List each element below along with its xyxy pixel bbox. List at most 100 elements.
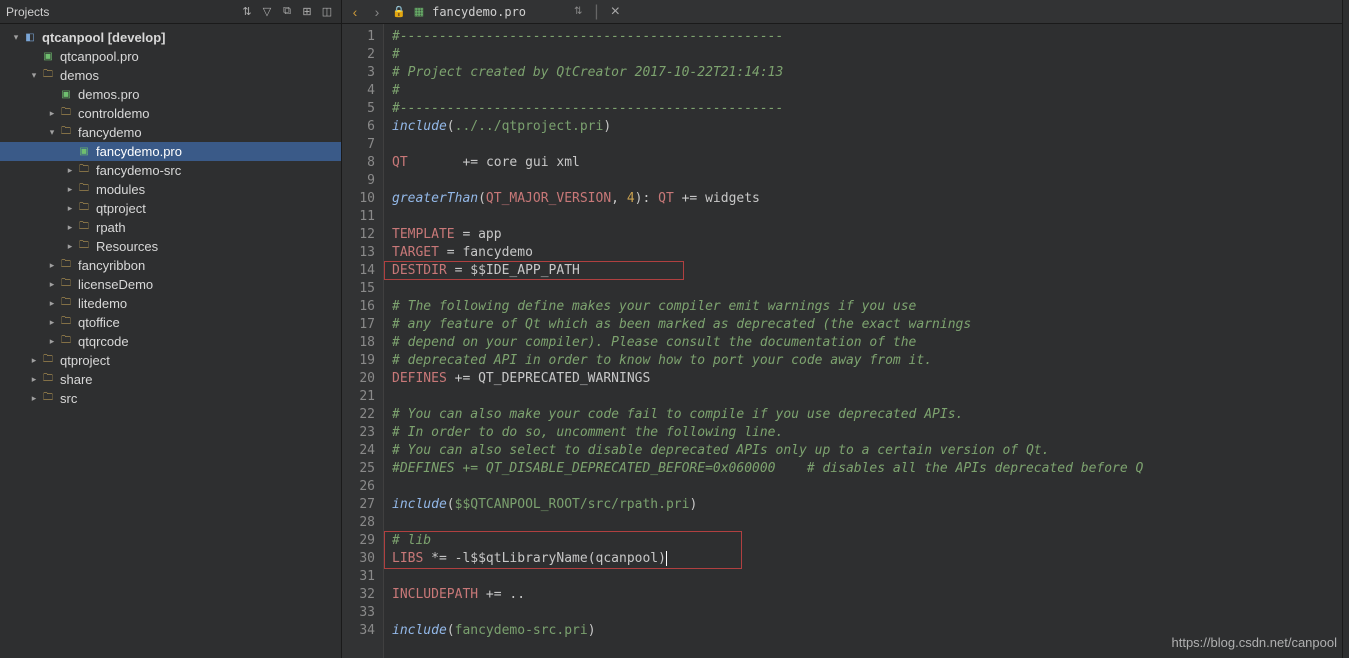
code-content[interactable]: #---------------------------------------… (384, 24, 1342, 658)
tree-arrow-icon[interactable]: ▾ (46, 127, 58, 138)
lock-icon[interactable]: 🔒 (392, 5, 406, 18)
code-line[interactable] (392, 388, 1342, 406)
code-line[interactable] (392, 280, 1342, 298)
code-line[interactable]: # The following define makes your compil… (392, 298, 1342, 316)
tree-item[interactable]: ▸🗀rpath (0, 218, 341, 237)
code-line[interactable] (392, 172, 1342, 190)
code-line[interactable]: # (392, 82, 1342, 100)
tree-arrow-icon[interactable]: ▸ (64, 184, 76, 195)
tree-item[interactable]: ▸🗀share (0, 370, 341, 389)
add-icon[interactable]: ⊞ (299, 4, 315, 20)
code-token: += (674, 191, 705, 206)
code-line[interactable]: # (392, 46, 1342, 64)
right-splitter[interactable] (1342, 0, 1349, 658)
tree-item[interactable]: ▣demos.pro (0, 85, 341, 104)
nav-back-icon[interactable]: ‹ (348, 4, 362, 20)
split-icon[interactable]: ◫ (319, 4, 335, 20)
code-line[interactable]: # deprecated API in order to know how to… (392, 352, 1342, 370)
tree-label: controldemo (78, 106, 150, 121)
code-line[interactable]: LIBS *= -l$$qtLibraryName(qcanpool) (392, 550, 1342, 568)
code-line[interactable]: # depend on your compiler). Please consu… (392, 334, 1342, 352)
code-line[interactable]: include(../../qtproject.pri) (392, 118, 1342, 136)
code-token: #DEFINES += QT_DISABLE_DEPRECATED_BEFORE… (392, 461, 1143, 476)
code-line[interactable]: # In order to do so, uncomment the follo… (392, 424, 1342, 442)
code-line[interactable] (392, 514, 1342, 532)
code-line[interactable] (392, 604, 1342, 622)
code-token: ) (603, 119, 611, 134)
tree-arrow-icon[interactable]: ▸ (46, 260, 58, 271)
tree-arrow-icon[interactable]: ▸ (64, 203, 76, 214)
tree-arrow-icon[interactable]: ▸ (28, 374, 40, 385)
code-line[interactable]: # You can also make your code fail to co… (392, 406, 1342, 424)
tree-label: Resources (96, 239, 158, 254)
code-line[interactable]: #DEFINES += QT_DISABLE_DEPRECATED_BEFORE… (392, 460, 1342, 478)
updown-icon[interactable]: ⇅ (239, 4, 255, 20)
code-line[interactable] (392, 136, 1342, 154)
code-line[interactable]: #---------------------------------------… (392, 28, 1342, 46)
code-token: greaterThan (392, 191, 478, 206)
tree-arrow-icon[interactable]: ▾ (10, 32, 22, 43)
tree-arrow-icon[interactable]: ▸ (28, 393, 40, 404)
tree-item[interactable]: ▸🗀controldemo (0, 104, 341, 123)
tree-arrow-icon[interactable]: ▸ (46, 279, 58, 290)
code-token: $$QTCANPOOL_ROOT/src/rpath.pri (455, 497, 690, 512)
tab-filename[interactable]: fancydemo.pro (432, 5, 526, 19)
tree-item[interactable]: ▸🗀src (0, 389, 341, 408)
code-line[interactable]: DESTDIR = $$IDE_APP_PATH (392, 262, 1342, 280)
code-line[interactable]: #---------------------------------------… (392, 100, 1342, 118)
tree-item[interactable]: ▸🗀qtproject (0, 351, 341, 370)
tree-arrow-icon[interactable]: ▸ (64, 222, 76, 233)
code-line[interactable]: # Project created by QtCreator 2017-10-2… (392, 64, 1342, 82)
tree-arrow-icon[interactable]: ▸ (46, 317, 58, 328)
tree-arrow-icon[interactable]: ▸ (46, 336, 58, 347)
tree-arrow-icon[interactable]: ▸ (46, 298, 58, 309)
tree-item[interactable]: ▾🗀demos (0, 66, 341, 85)
code-line[interactable]: include($$QTCANPOOL_ROOT/src/rpath.pri) (392, 496, 1342, 514)
tree-item[interactable]: ▸🗀Resources (0, 237, 341, 256)
tab-close-icon[interactable]: × (611, 3, 620, 21)
code-token: include (392, 623, 447, 638)
tree-arrow-icon[interactable]: ▸ (64, 241, 76, 252)
code-token: = (439, 245, 462, 260)
code-editor[interactable]: 1234567891011121314151617181920212223242… (342, 24, 1342, 658)
code-line[interactable]: TARGET = fancydemo (392, 244, 1342, 262)
tree-item[interactable]: ▣qtcanpool.pro (0, 47, 341, 66)
code-line[interactable] (392, 208, 1342, 226)
code-token: # In order to do so, uncomment the follo… (392, 425, 783, 440)
code-line[interactable]: QT += core gui xml (392, 154, 1342, 172)
tree-arrow-icon[interactable]: ▸ (46, 108, 58, 119)
code-line[interactable]: INCLUDEPATH += .. (392, 586, 1342, 604)
code-line[interactable]: # You can also select to disable depreca… (392, 442, 1342, 460)
tree-item[interactable]: ▸🗀fancydemo-src (0, 161, 341, 180)
code-token: include (392, 497, 447, 512)
tree-item[interactable]: ▸🗀qtoffice (0, 313, 341, 332)
code-line[interactable]: TEMPLATE = app (392, 226, 1342, 244)
tree-item[interactable]: ▸🗀qtqrcode (0, 332, 341, 351)
tree-item[interactable]: ▾◧qtcanpool [develop] (0, 28, 341, 47)
code-line[interactable] (392, 568, 1342, 586)
code-line[interactable]: DEFINES += QT_DEPRECATED_WARNINGS (392, 370, 1342, 388)
tree-label: share (60, 372, 93, 387)
project-tree[interactable]: ▾◧qtcanpool [develop]▣qtcanpool.pro▾🗀dem… (0, 24, 341, 658)
code-line[interactable]: greaterThan(QT_MAJOR_VERSION, 4): QT += … (392, 190, 1342, 208)
tree-item[interactable]: ▸🗀licenseDemo (0, 275, 341, 294)
folder-icon: 🗀 (76, 182, 92, 198)
code-line[interactable]: # lib (392, 532, 1342, 550)
folder-icon: 🗀 (58, 125, 74, 141)
filter-icon[interactable]: ▽ (259, 4, 275, 20)
link-icon[interactable]: ⧉ (279, 4, 295, 20)
tree-item[interactable]: ▸🗀litedemo (0, 294, 341, 313)
nav-forward-icon[interactable]: › (370, 4, 384, 20)
tree-arrow-icon[interactable]: ▾ (28, 70, 40, 81)
line-number: 27 (342, 496, 375, 514)
tree-arrow-icon[interactable]: ▸ (28, 355, 40, 366)
tab-dropdown-icon[interactable]: ⇅ (574, 6, 582, 17)
code-line[interactable] (392, 478, 1342, 496)
tree-arrow-icon[interactable]: ▸ (64, 165, 76, 176)
tree-item[interactable]: ▣fancydemo.pro (0, 142, 341, 161)
tree-item[interactable]: ▾🗀fancydemo (0, 123, 341, 142)
tree-item[interactable]: ▸🗀qtproject (0, 199, 341, 218)
code-line[interactable]: # any feature of Qt which as been marked… (392, 316, 1342, 334)
tree-item[interactable]: ▸🗀modules (0, 180, 341, 199)
tree-item[interactable]: ▸🗀fancyribbon (0, 256, 341, 275)
